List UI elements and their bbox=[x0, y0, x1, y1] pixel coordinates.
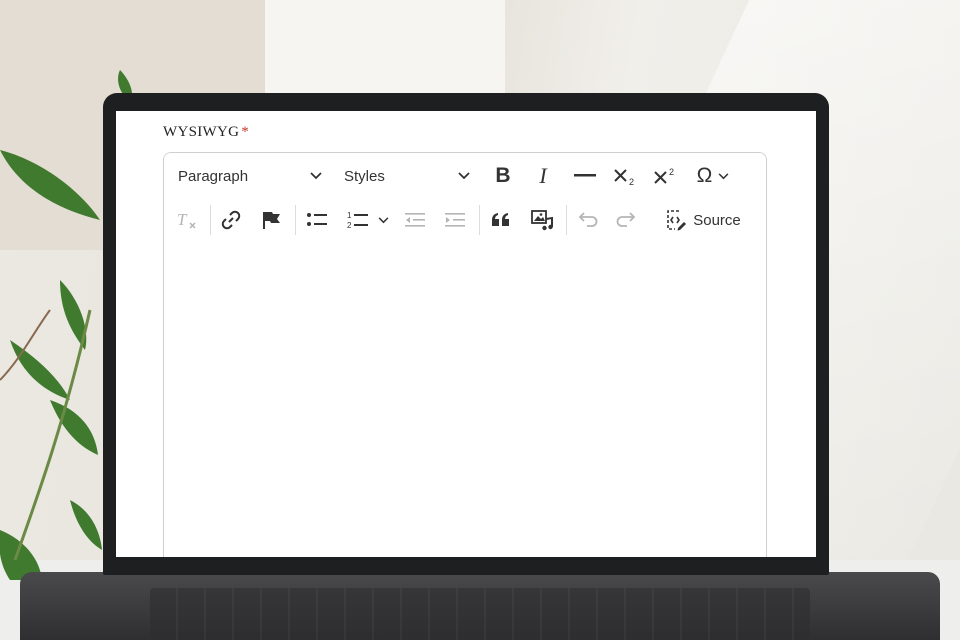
styles-dropdown[interactable]: Styles bbox=[340, 161, 474, 191]
blockquote-button[interactable] bbox=[486, 205, 516, 235]
toolbar-separator bbox=[295, 205, 296, 235]
laptop-keyboard bbox=[150, 588, 810, 640]
rich-text-editor: Paragraph Styles B I 2 2 Ω T 1 2 Source bbox=[163, 152, 767, 557]
remove-format-button[interactable]: T bbox=[172, 205, 202, 235]
source-code-icon bbox=[667, 210, 687, 231]
field-label: WYSIWYG * bbox=[163, 124, 249, 141]
svg-text:2: 2 bbox=[347, 221, 352, 230]
anchor-button[interactable] bbox=[256, 205, 286, 235]
required-marker: * bbox=[241, 124, 250, 140]
superscript-icon: 2 bbox=[654, 167, 674, 184]
horizontal-line-icon bbox=[574, 174, 596, 177]
bold-icon: B bbox=[495, 164, 511, 187]
flag-icon bbox=[263, 212, 280, 229]
insert-media-button[interactable] bbox=[526, 205, 558, 235]
numbered-list-button[interactable]: 1 2 bbox=[342, 205, 392, 235]
chevron-down-icon bbox=[310, 172, 322, 180]
outdent-icon bbox=[405, 213, 425, 227]
styles-dropdown-value: Styles bbox=[344, 167, 385, 185]
subscript-icon: 2 bbox=[614, 169, 634, 186]
numbered-list-icon: 1 2 bbox=[347, 211, 368, 230]
chevron-down-icon bbox=[458, 172, 470, 180]
heading-dropdown[interactable]: Paragraph bbox=[174, 161, 326, 191]
heading-dropdown-value: Paragraph bbox=[178, 167, 249, 185]
italic-button[interactable]: I bbox=[528, 161, 558, 191]
svg-text:2: 2 bbox=[669, 167, 674, 177]
link-icon bbox=[221, 210, 241, 230]
remove-format-icon: T bbox=[177, 210, 196, 229]
source-button-label: Source bbox=[693, 211, 741, 229]
bold-button[interactable]: B bbox=[488, 161, 518, 191]
link-button[interactable] bbox=[216, 205, 246, 235]
bulleted-list-button[interactable] bbox=[302, 205, 332, 235]
bulleted-list-icon bbox=[307, 213, 327, 226]
chevron-down-icon bbox=[718, 172, 729, 179]
redo-button[interactable] bbox=[612, 205, 642, 235]
editor-toolbar: Paragraph Styles B I 2 2 Ω T 1 2 Source bbox=[164, 153, 766, 244]
subscript-button[interactable]: 2 bbox=[608, 161, 642, 191]
special-characters-button[interactable]: Ω bbox=[688, 161, 738, 191]
undo-icon bbox=[578, 212, 598, 227]
source-button[interactable]: Source bbox=[660, 205, 746, 235]
window-light bbox=[265, 0, 505, 100]
indent-button[interactable] bbox=[440, 205, 470, 235]
toolbar-separator bbox=[566, 205, 567, 235]
svg-text:1: 1 bbox=[347, 211, 352, 220]
horizontal-line-button[interactable] bbox=[568, 161, 602, 191]
quote-icon bbox=[492, 213, 509, 226]
redo-icon bbox=[616, 212, 636, 227]
toolbar-separator bbox=[210, 205, 211, 235]
italic-icon: I bbox=[539, 163, 547, 188]
indent-icon bbox=[445, 213, 465, 227]
svg-text:2: 2 bbox=[629, 177, 634, 186]
superscript-button[interactable]: 2 bbox=[648, 161, 682, 191]
editor-content-area[interactable] bbox=[164, 243, 766, 557]
media-icon bbox=[531, 210, 553, 231]
laptop-screen: WYSIWYG * Paragraph Styles B I 2 2 Ω T 1… bbox=[116, 111, 816, 557]
undo-button[interactable] bbox=[572, 205, 602, 235]
outdent-button[interactable] bbox=[400, 205, 430, 235]
svg-text:T: T bbox=[177, 210, 188, 229]
chevron-down-icon bbox=[378, 216, 388, 223]
toolbar-separator bbox=[479, 205, 480, 235]
field-label-text: WYSIWYG bbox=[163, 124, 240, 140]
omega-icon: Ω bbox=[696, 164, 713, 187]
